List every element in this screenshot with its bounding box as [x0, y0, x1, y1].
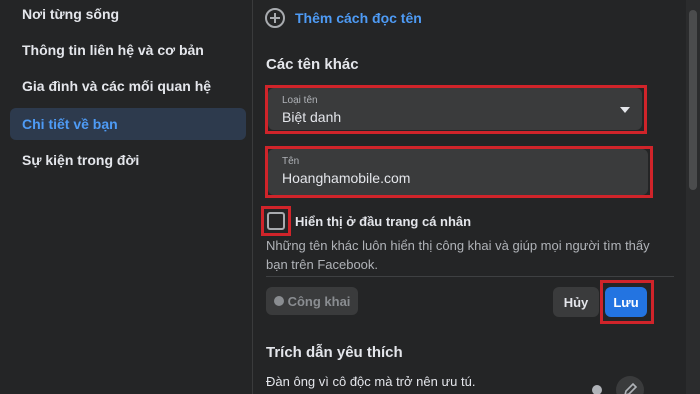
sidebar-item-family-relationships[interactable]: Gia đình và các mối quan hệ: [10, 70, 246, 102]
name-type-value: Biệt danh: [282, 109, 342, 125]
about-sidebar: Nơi từng sống Thông tin liên hệ và cơ bả…: [0, 0, 252, 394]
name-field-value: Hoanghamobile.com: [282, 170, 411, 186]
dropdown-caret-icon: [620, 107, 630, 113]
sidebar-item-life-events[interactable]: Sự kiện trong đời: [10, 144, 246, 176]
globe-icon: [273, 296, 284, 306]
privacy-label: Công khai: [287, 293, 351, 309]
page-scrollbar[interactable]: [686, 0, 700, 394]
other-names-heading: Các tên khác: [266, 56, 359, 73]
add-pronunciation-label: Thêm cách đọc tên: [295, 10, 422, 26]
name-type-label: Loại tên: [282, 95, 318, 106]
globe-icon: [592, 385, 602, 394]
pencil-icon: [624, 382, 638, 394]
name-input[interactable]: Tên Hoanghamobile.com: [268, 149, 648, 195]
divider: [266, 276, 674, 277]
sidebar-item-details-about-you[interactable]: Chi tiết về bạn: [10, 108, 246, 140]
show-at-top-label: Hiển thị ở đầu trang cá nhân: [295, 214, 472, 229]
add-pronunciation-button[interactable]: Thêm cách đọc tên: [265, 6, 422, 30]
name-type-select[interactable]: Loại tên Biệt danh: [268, 88, 642, 130]
other-names-help-text: Những tên khác luôn hiển thị công khai v…: [266, 238, 650, 272]
favorite-quotes-heading: Trích dẫn yêu thích: [266, 344, 403, 361]
cancel-button[interactable]: Hủy: [553, 287, 599, 317]
show-at-top-checkbox[interactable]: [267, 212, 285, 230]
privacy-selector-button[interactable]: Công khai: [266, 287, 358, 315]
scrollbar-thumb[interactable]: [689, 10, 697, 190]
save-button[interactable]: Lưu: [605, 287, 647, 317]
name-field-label: Tên: [282, 156, 300, 167]
sidebar-item-contact-basic-info[interactable]: Thông tin liên hệ và cơ bản: [10, 34, 246, 66]
edit-quote-button[interactable]: [616, 376, 644, 394]
favorite-quote-text: Đàn ông vì cô độc mà trở nên ưu tú.: [266, 374, 476, 389]
add-circle-icon: [265, 8, 285, 28]
sidebar-item-places-lived[interactable]: Nơi từng sống: [10, 0, 246, 30]
